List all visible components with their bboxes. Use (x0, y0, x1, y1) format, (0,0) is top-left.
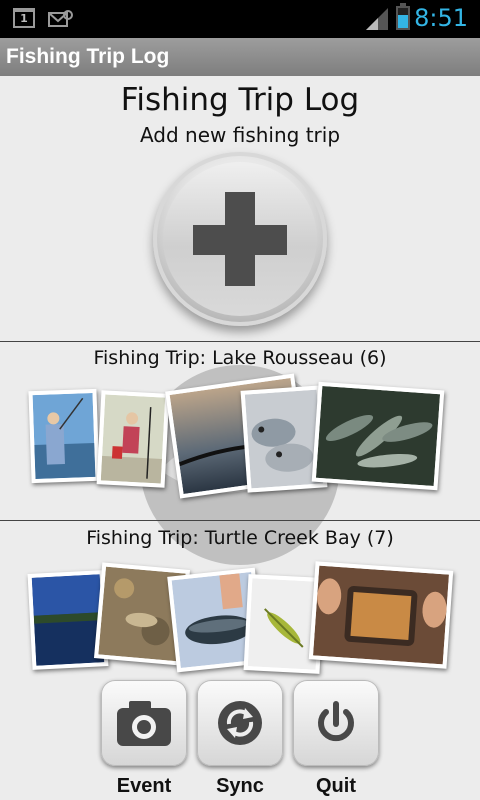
trip-photo[interactable] (28, 388, 100, 484)
power-icon (318, 701, 354, 742)
quit-button[interactable] (293, 680, 379, 766)
signal-icon (366, 8, 388, 30)
divider (0, 520, 480, 521)
plus-icon-vertical (225, 192, 255, 286)
event-label: Event (116, 775, 172, 797)
sync-button[interactable] (197, 680, 283, 766)
quit-label: Quit (316, 775, 356, 797)
clock: 8:51 (414, 4, 468, 32)
battery-icon (396, 3, 410, 30)
trip-photo[interactable] (311, 381, 445, 491)
camera-icon (117, 701, 171, 746)
page-title: Fishing Trip Log (120, 82, 360, 118)
trip-title[interactable]: Fishing Trip: Lake Rousseau (6) (0, 347, 480, 369)
app-title-bar: Fishing Trip Log (0, 38, 480, 76)
event-button[interactable] (101, 680, 187, 766)
app-title: Fishing Trip Log (6, 45, 170, 68)
add-trip-label: Add new fishing trip (139, 123, 341, 147)
divider (0, 341, 480, 342)
mail-icon (48, 10, 73, 27)
sync-icon (218, 701, 262, 745)
trip-photo[interactable] (96, 390, 170, 488)
calendar-icon: 1 (13, 8, 35, 28)
add-trip-button[interactable] (153, 152, 327, 326)
trip-photo[interactable] (308, 561, 454, 669)
trip-title[interactable]: Fishing Trip: Turtle Creek Bay (7) (0, 527, 480, 549)
sync-label: Sync (216, 775, 264, 797)
status-bar: 1 8:51 (0, 0, 480, 38)
